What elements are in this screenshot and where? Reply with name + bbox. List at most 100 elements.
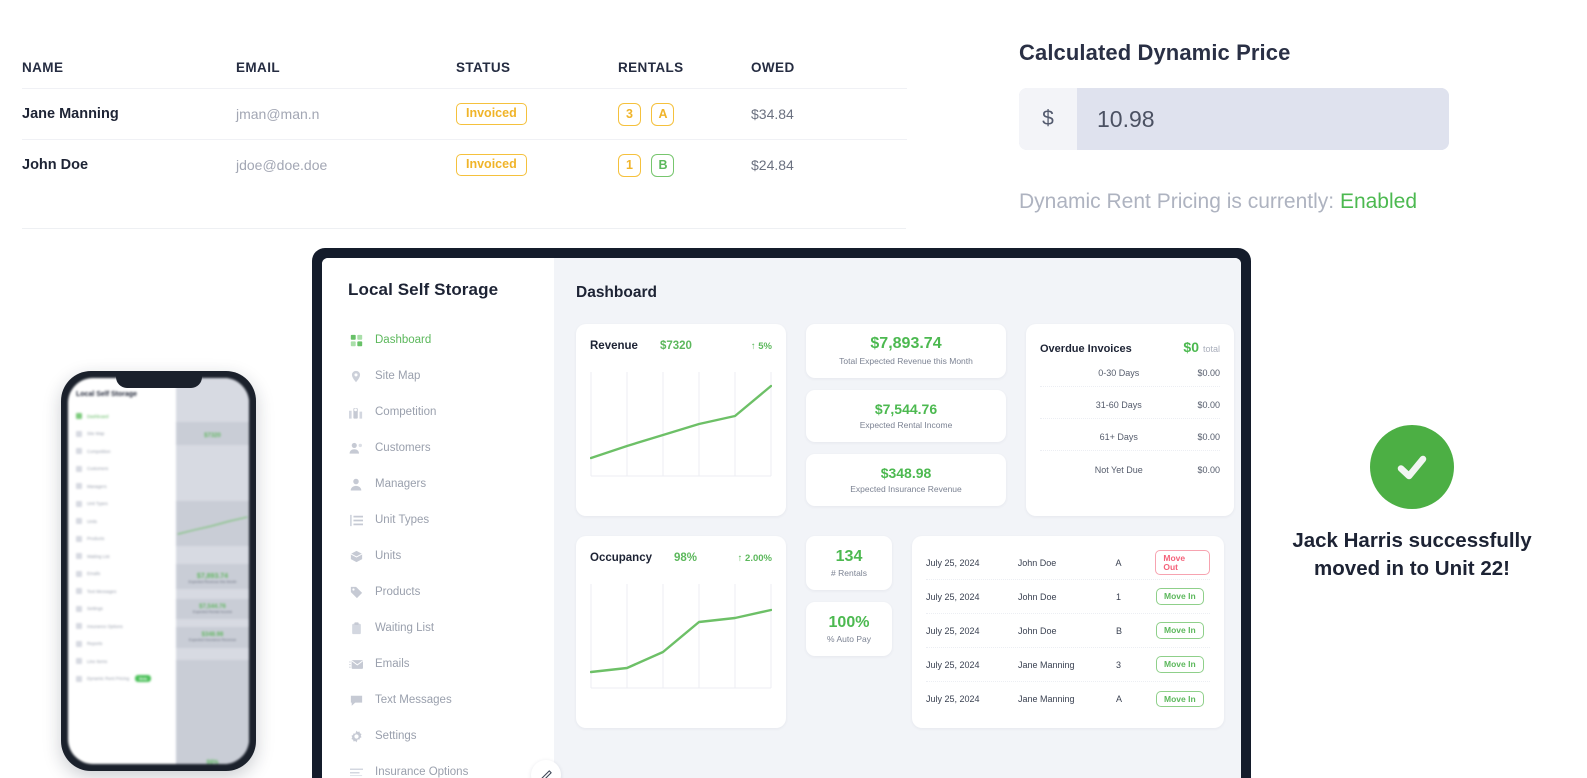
phone-nav-item[interactable]: Dashboard [76,410,176,423]
rental-chip[interactable]: B [651,153,675,177]
occupancy-chart-plot [589,580,773,703]
activity-row[interactable]: July 25, 2024 John Doe B Move In [926,614,1210,648]
revenue-chart-value: $7320 [659,340,692,352]
tag-icon [76,658,82,665]
phone-nav-item[interactable]: Units [76,515,176,528]
phone-nav-item[interactable]: Dynamic Rent Pricing Beta [76,673,176,686]
revenue-chart-plot [589,368,773,491]
sidebar-item-unit-types[interactable]: Unit Types [348,506,554,534]
activity-name: Jane Manning [1018,694,1075,704]
check-circle-icon [1370,425,1454,509]
phone-nav-item[interactable]: Waiting List [76,550,176,563]
clipboard-icon [76,553,82,560]
occupancy-chart-card: Occupancy 98% ↑ 2.00% [576,536,786,728]
sidebar-item-label: Waiting List [375,622,435,634]
phone-nav-label: Waiting List [87,553,110,559]
activity-row[interactable]: July 25, 2024 Jane Manning A Move In [926,682,1210,716]
phone-nav-label: Unit Types [87,501,108,507]
sidebar-item-managers[interactable]: Managers [348,470,554,498]
chat-icon [348,692,364,708]
phone-nav-label: Text Messages [87,588,117,594]
sidebar-item-label: Units [375,550,402,562]
activity-unit: 1 [1116,591,1122,602]
activity-row[interactable]: July 25, 2024 John Doe A Move Out [926,546,1210,580]
overdue-label: 31-60 Days [1095,400,1142,410]
overdue-invoices-header: Overdue Invoices $0 total [1040,339,1220,355]
stat-value: $7,893.74 [870,335,942,352]
sidebar-item-insurance-options[interactable]: Insurance Options [348,758,554,778]
activity-unit: A [1116,694,1123,704]
phone-nav-item[interactable]: Site Map [76,428,176,441]
chat-icon [76,588,82,595]
success-line-1: Jack Harris successfully [1292,529,1532,552]
stat-card: 134 # Rentals [806,536,892,590]
phone-nav-item[interactable]: Text Messages [76,585,176,598]
overdue-invoices-title: Overdue Invoices [1040,343,1132,355]
sidebar-item-emails[interactable]: Emails [348,650,554,678]
rental-chip[interactable]: 1 [618,153,641,177]
sidebar-item-units[interactable]: Units [348,542,554,570]
rental-chip[interactable]: 3 [618,102,641,126]
sidebar-item-customers[interactable]: Customers [348,434,554,462]
overdue-label: Not Yet Due [1094,464,1143,475]
sidebar-item-label: Managers [375,478,427,490]
occupancy-chart-delta: ↑ 2.00% [737,552,772,564]
phone-nav-item[interactable]: Managers [76,480,176,493]
app-brand: Local Self Storage [348,280,499,299]
stat-label: Expected Rental Income [859,420,953,430]
table-row[interactable]: Jane Manning jman@man.n Invoiced 3 A $34… [22,88,907,139]
phone-nav: Dashboard Site Map Competition Customers… [76,410,176,685]
lines-icon [76,623,82,630]
tag-icon [76,535,82,542]
sidebar-item-competition[interactable]: Competition [348,398,554,426]
column-header-email: EMAIL [236,59,280,75]
phone-nav-item[interactable]: Unit Types [76,498,176,511]
lines-icon [348,764,364,778]
cell-email: jman@man.n [236,106,320,122]
phone-stat-label: Expected Revenue this Month [188,580,237,584]
activity-unit: 3 [1116,659,1122,670]
phone-nav-item[interactable]: Products [76,533,176,546]
activity-row[interactable]: July 25, 2024 Jane Manning 3 Move In [926,648,1210,682]
revenue-chart-card: Revenue $7320 ↑ 5% [576,324,786,516]
cell-owed: $24.84 [751,157,794,173]
sidebar-item-dashboard[interactable]: Dashboard [348,326,554,354]
phone-nav-item[interactable]: Reports [76,638,176,651]
phone-nav-item[interactable]: Insurance Options [76,620,176,633]
list-icon [76,500,82,507]
sidebar-item-products[interactable]: Products [348,578,554,606]
phone-nav-item[interactable]: Customers [76,463,176,476]
phone-nav-label: Units [87,518,98,524]
phone-nav-item[interactable]: Line Items [76,655,176,668]
tag-icon [348,584,364,600]
activity-date: July 25, 2024 [926,557,980,568]
cell-status: Invoiced [456,154,618,176]
sidebar-item-label: Emails [375,658,410,670]
overdue-amount: $0.00 [1197,432,1220,442]
cell-owed: $34.84 [751,106,794,122]
panel-title: Calculated Dynamic Price [1019,40,1291,65]
sidebar-item-settings[interactable]: Settings [348,722,554,750]
table-row[interactable]: John Doe jdoe@doe.doe Invoiced 1 B $24.8… [22,139,907,190]
dashboard-top-row: Revenue $7320 ↑ 5% $7,893.74 Total Expec… [576,324,1234,516]
sidebar-item-text-messages[interactable]: Text Messages [348,686,554,714]
dynamic-price-input-group[interactable]: $ 10.98 [1019,88,1449,150]
phone-stat-value: $7320 [204,433,221,439]
phone-nav-item[interactable]: Settings [76,603,176,616]
activity-name: Jane Manning [1018,659,1075,670]
sidebar-item-label: Settings [375,730,417,742]
activity-action-badge: Move In [1156,656,1204,673]
phone-nav-item[interactable]: Competition [76,445,176,458]
phone-nav-item[interactable]: Emails [76,568,176,581]
box-icon [76,518,82,525]
grid-icon [348,332,364,348]
activity-row[interactable]: July 25, 2024 John Doe 1 Move In [926,580,1210,614]
document-icon [76,640,82,647]
rental-chip[interactable]: A [651,102,675,126]
dynamic-price-input[interactable]: 10.98 [1077,88,1449,150]
cell-name: John Doe [22,157,89,173]
sidebar-item-waiting-list[interactable]: Waiting List [348,614,554,642]
success-line-2: moved in to Unit 22! [1314,556,1510,580]
overdue-row: 61+ Days $0.00 [1040,424,1220,451]
sidebar-item-site-map[interactable]: Site Map [348,362,554,390]
